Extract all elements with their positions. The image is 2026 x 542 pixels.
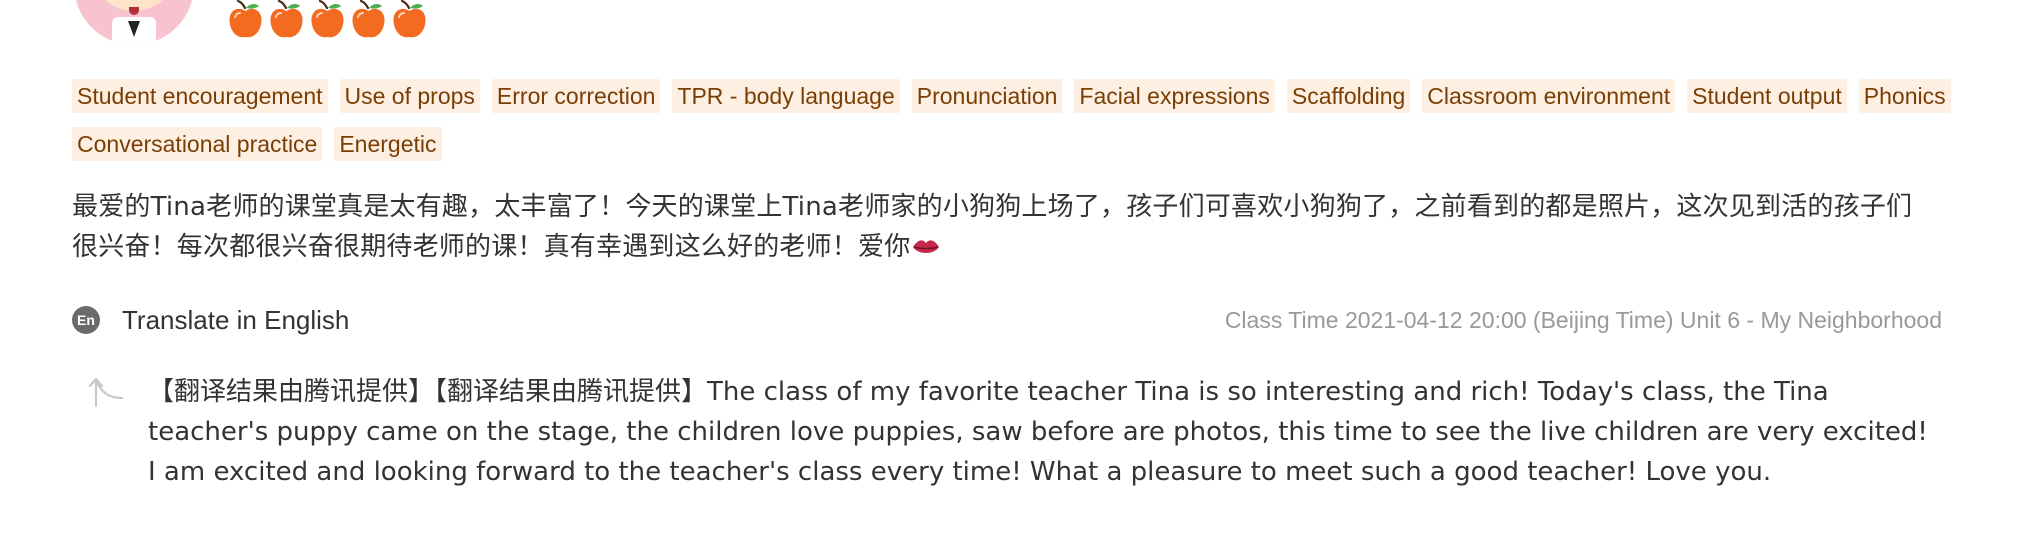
rating-apples xyxy=(228,0,427,40)
apple-icon xyxy=(229,0,262,38)
lips-emoji-icon xyxy=(913,240,940,253)
apple-icon xyxy=(311,0,344,38)
tag-student-output: Student output xyxy=(1687,79,1847,113)
translated-text: 【翻译结果由腾讯提供】【翻译结果由腾讯提供】The class of my fa… xyxy=(148,377,1928,487)
tag-error-correction: Error correction xyxy=(491,79,661,113)
reply-arrow-icon xyxy=(88,377,124,408)
tag-list: Student encouragement Use of props Error… xyxy=(72,79,1972,161)
avatar xyxy=(74,0,194,45)
tag-facial-expressions: Facial expressions xyxy=(1074,79,1275,113)
apple-icon xyxy=(352,0,385,38)
tag-conversational-practice: Conversational practice xyxy=(72,127,323,161)
tag-tpr-body-language: TPR - body language xyxy=(672,79,900,113)
tag-student-encouragement: Student encouragement xyxy=(72,79,328,113)
tag-classroom-environment: Classroom environment xyxy=(1422,79,1676,113)
tag-energetic: Energetic xyxy=(334,127,442,161)
translate-label: Translate in English xyxy=(122,304,350,335)
tag-pronunciation: Pronunciation xyxy=(911,79,1063,113)
translate-button[interactable]: En Translate in English xyxy=(72,300,349,340)
review-card: Student encouragement Use of props Error… xyxy=(0,0,2026,542)
tag-use-of-props: Use of props xyxy=(339,79,480,113)
apple-icon xyxy=(270,0,303,38)
review-body-text: 最爱的Tina老师的课堂真是太有趣，太丰富了！今天的课堂上Tina老师家的小狗狗… xyxy=(72,192,1913,262)
english-icon: En xyxy=(72,306,100,334)
review-body: 最爱的Tina老师的课堂真是太有趣，太丰富了！今天的课堂上Tina老师家的小狗狗… xyxy=(72,187,1932,267)
class-time-meta: Class Time 2021-04-12 20:00 (Beijing Tim… xyxy=(1224,307,1942,333)
apple-icon xyxy=(393,0,426,38)
tag-scaffolding: Scaffolding xyxy=(1286,79,1411,113)
tag-phonics: Phonics xyxy=(1858,79,1951,113)
